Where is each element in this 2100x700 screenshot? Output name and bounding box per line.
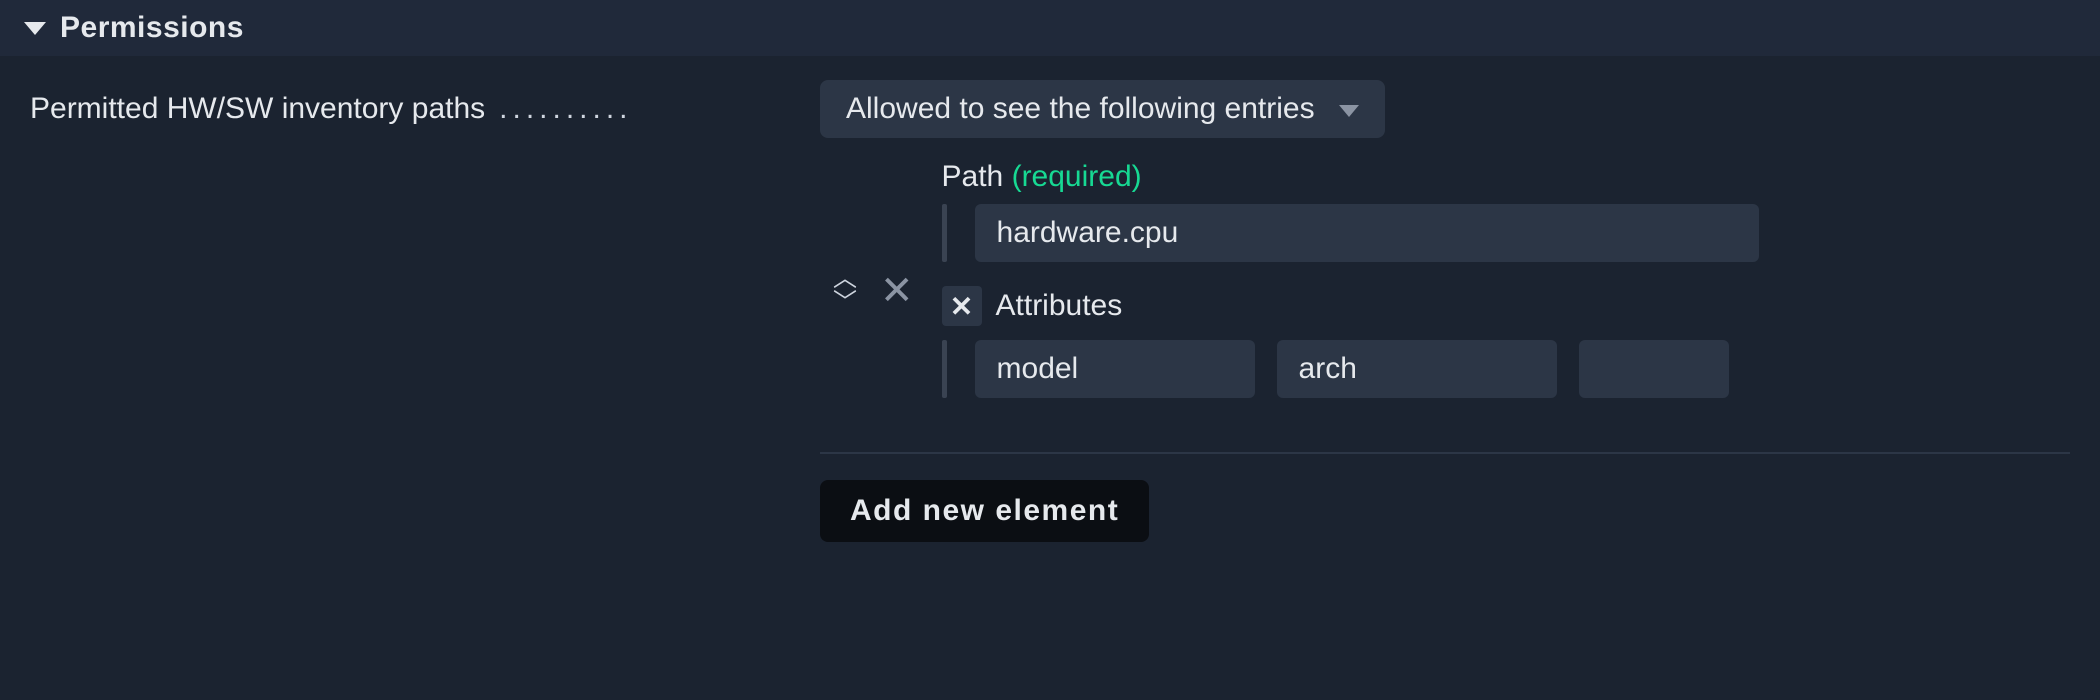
required-hint: (required) [1012, 160, 1142, 193]
attributes-field-wrap: model arch [942, 340, 2070, 398]
mode-dropdown[interactable]: Allowed to see the following entries [820, 80, 1385, 138]
section-header[interactable]: Permissions [0, 0, 2100, 56]
indent-bar [942, 204, 947, 262]
dropdown-value: Allowed to see the following entries [846, 92, 1315, 126]
path-label-text: Path [942, 160, 1004, 193]
move-down-icon[interactable]: ﹀ [833, 294, 857, 312]
setting-value-area: Allowed to see the following entries ︿ ﹀… [820, 80, 2070, 542]
indent-bar [942, 340, 947, 398]
path-input[interactable]: hardware.cpu [975, 204, 1759, 262]
delete-element-icon[interactable]: ✕ [880, 268, 914, 314]
chevron-down-icon [1339, 105, 1359, 117]
inventory-path-element: ︿ ﹀ ✕ Path (required) hardware.cpu ✕ Att… [820, 160, 2070, 422]
path-field-label: Path (required) [942, 160, 2070, 194]
separator [820, 452, 2070, 454]
collapse-triangle-icon[interactable] [24, 22, 46, 35]
attributes-header: ✕ Attributes [942, 286, 2070, 326]
add-element-button[interactable]: Add new element [820, 480, 1149, 542]
attribute-input[interactable]: arch [1277, 340, 1557, 398]
setting-row: Permitted HW/SW inventory paths ........… [0, 56, 2100, 542]
path-field-wrap: hardware.cpu [942, 204, 2070, 262]
attribute-inputs: model arch [975, 340, 1729, 398]
attribute-input[interactable] [1579, 340, 1729, 398]
setting-label: Permitted HW/SW inventory paths [30, 92, 485, 126]
section-title: Permissions [60, 11, 244, 45]
remove-attributes-icon[interactable]: ✕ [942, 286, 982, 326]
attributes-label: Attributes [996, 289, 1123, 323]
reorder-handle: ︿ ﹀ [820, 270, 870, 312]
attribute-input[interactable]: model [975, 340, 1255, 398]
dotted-leader: .......... [499, 92, 820, 126]
element-fields: Path (required) hardware.cpu ✕ Attribute… [932, 160, 2070, 422]
move-up-icon[interactable]: ︿ [833, 270, 857, 288]
setting-label-area: Permitted HW/SW inventory paths ........… [30, 80, 820, 126]
